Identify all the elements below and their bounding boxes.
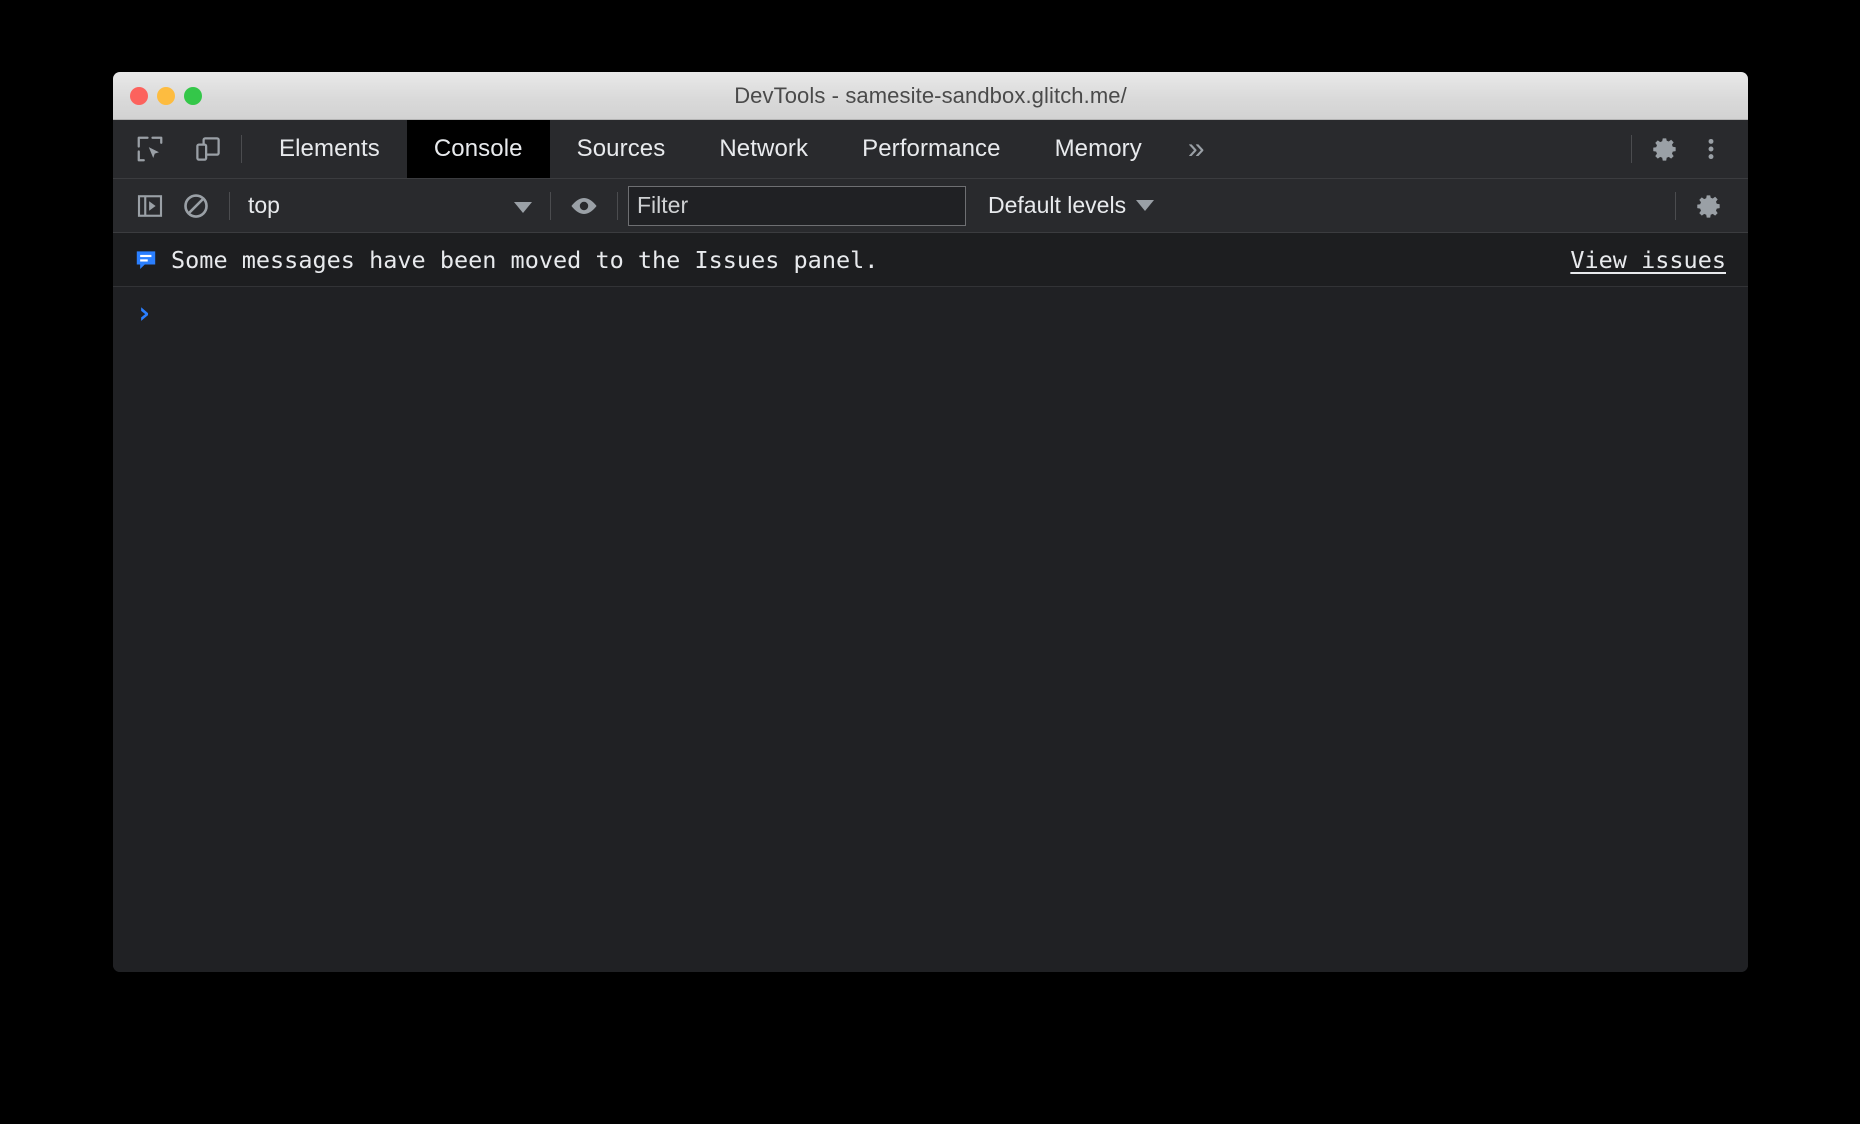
tab-label: Elements bbox=[279, 135, 380, 163]
console-toolbar-divider-2 bbox=[550, 192, 551, 220]
tabbar-right-divider bbox=[1631, 135, 1632, 163]
console-sidebar-toggle-button[interactable] bbox=[127, 183, 173, 229]
eye-icon bbox=[567, 193, 601, 219]
tab-console[interactable]: Console bbox=[407, 120, 550, 178]
screenshot-root: DevTools - samesite-sandbox.glitch.me/ bbox=[0, 0, 1860, 1124]
close-window-button[interactable] bbox=[130, 87, 148, 105]
minimize-window-button[interactable] bbox=[157, 87, 175, 105]
console-toolbar-divider-4 bbox=[1675, 192, 1676, 220]
console-message-row: Some messages have been moved to the Iss… bbox=[113, 233, 1748, 287]
inspect-element-icon bbox=[135, 134, 165, 164]
window-title: DevTools - samesite-sandbox.glitch.me/ bbox=[734, 83, 1127, 109]
window-titlebar: DevTools - samesite-sandbox.glitch.me/ bbox=[113, 72, 1748, 120]
tab-label: Memory bbox=[1055, 135, 1142, 163]
console-prompt-row[interactable]: › bbox=[113, 287, 1748, 339]
console-sidebar-icon bbox=[135, 191, 165, 221]
tab-performance[interactable]: Performance bbox=[835, 120, 1028, 178]
devtools-window: DevTools - samesite-sandbox.glitch.me/ bbox=[113, 72, 1748, 972]
settings-gear-icon bbox=[1649, 133, 1681, 165]
more-tabs-button[interactable]: » bbox=[1169, 120, 1221, 178]
devtools-tab-list: Elements Console Sources Network Perform… bbox=[252, 120, 1221, 178]
execution-context-selector[interactable]: top bbox=[240, 189, 540, 223]
chevron-down-icon bbox=[1136, 200, 1154, 211]
tabbar-divider bbox=[241, 135, 242, 163]
console-toolbar-divider-1 bbox=[229, 192, 230, 220]
tab-label: Network bbox=[719, 135, 808, 163]
console-settings-button[interactable] bbox=[1686, 183, 1732, 229]
clear-console-button[interactable] bbox=[173, 183, 219, 229]
inspect-element-button[interactable] bbox=[127, 126, 173, 172]
message-icon-wrap bbox=[131, 247, 161, 273]
device-toolbar-icon bbox=[193, 134, 223, 164]
prompt-chevron-icon: › bbox=[135, 299, 153, 329]
devtools-more-options-button[interactable] bbox=[1688, 126, 1734, 172]
console-output-area: Some messages have been moved to the Iss… bbox=[113, 233, 1748, 972]
create-live-expression-button[interactable] bbox=[561, 183, 607, 229]
chevron-down-icon bbox=[514, 192, 532, 219]
devtools-settings-button[interactable] bbox=[1642, 126, 1688, 172]
device-toolbar-button[interactable] bbox=[185, 126, 231, 172]
execution-context-value: top bbox=[248, 192, 280, 219]
tab-sources[interactable]: Sources bbox=[550, 120, 693, 178]
tabbar-left-icons bbox=[113, 120, 231, 178]
console-toolbar-divider-3 bbox=[617, 192, 618, 220]
console-filter-input[interactable] bbox=[628, 186, 966, 226]
traffic-light-buttons bbox=[130, 72, 202, 120]
view-issues-link[interactable]: View issues bbox=[1570, 246, 1726, 274]
tab-network[interactable]: Network bbox=[692, 120, 835, 178]
chevron-double-right-icon: » bbox=[1188, 132, 1202, 166]
issue-message-icon bbox=[133, 247, 159, 273]
tab-label: Sources bbox=[577, 135, 666, 163]
console-toolbar: top Default levels bbox=[113, 178, 1748, 233]
clear-console-icon bbox=[181, 191, 211, 221]
tab-label: Console bbox=[434, 135, 523, 163]
more-options-icon bbox=[1697, 135, 1725, 163]
log-level-selector[interactable]: Default levels bbox=[988, 192, 1154, 219]
tab-memory[interactable]: Memory bbox=[1028, 120, 1169, 178]
console-message-text: Some messages have been moved to the Iss… bbox=[171, 246, 878, 274]
console-toolbar-right bbox=[1665, 183, 1748, 229]
devtools-main-tabbar: Elements Console Sources Network Perform… bbox=[113, 120, 1748, 178]
tab-elements[interactable]: Elements bbox=[252, 120, 407, 178]
zoom-window-button[interactable] bbox=[184, 87, 202, 105]
log-level-label: Default levels bbox=[988, 192, 1126, 219]
tab-label: Performance bbox=[862, 135, 1001, 163]
console-settings-gear-icon bbox=[1693, 190, 1725, 222]
tabbar-right-icons bbox=[1621, 120, 1748, 178]
